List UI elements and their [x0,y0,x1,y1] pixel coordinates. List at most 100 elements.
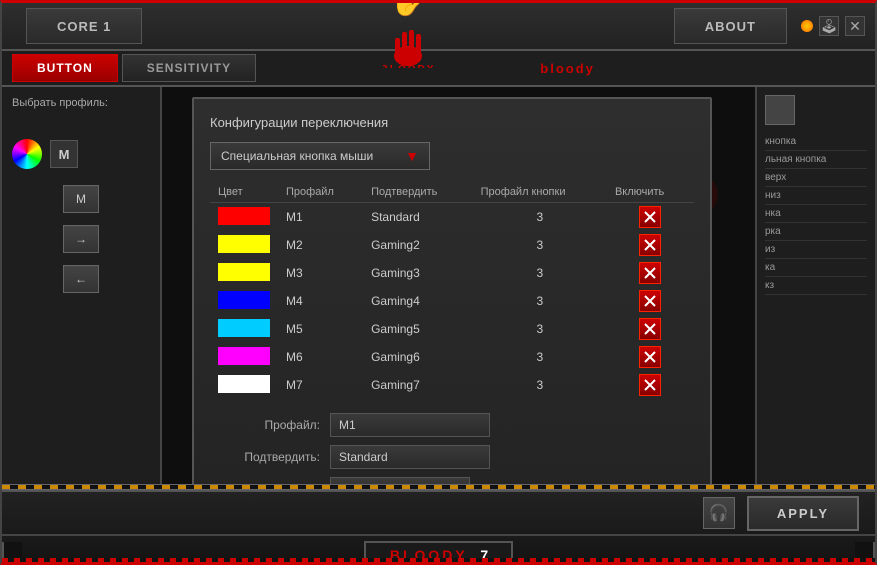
color-swatch-1 [218,235,270,253]
svg-text:bloody: bloody [383,64,433,68]
bottom-accent-strip [2,558,875,562]
table-row[interactable]: M5 Gaming5 3 [210,315,694,343]
color-swatch-5 [218,347,270,365]
right-sidebar-item-0[interactable]: кнопка [765,133,867,151]
form-row-profile: Профайл: [210,413,694,437]
profile-table: Цвет Профайл Подтвердить Профайл кнопки … [210,182,694,399]
right-sidebar-item-5[interactable]: рка [765,223,867,241]
color-cell-4 [210,315,278,343]
right-sidebar-item-7[interactable]: ка [765,259,867,277]
col-confirm: Подтвердить [363,182,473,203]
indicator-dot [801,20,813,32]
profile-cell-3: M4 [278,287,363,315]
right-sidebar-item-1[interactable]: льная кнопка [765,151,867,169]
color-wheel-icon[interactable] [12,139,42,169]
table-row[interactable]: M6 Gaming6 3 [210,343,694,371]
profile-dropdown[interactable]: Специальная кнопка мыши ▼ [210,142,430,170]
right-sidebar-item-6[interactable]: из [765,241,867,259]
dialog-overlay: Конфигурации переключения Специальная кн… [162,87,755,484]
delete-button-0[interactable] [639,206,661,228]
right-sidebar-item-2[interactable]: верх [765,169,867,187]
col-profile: Профайл [278,182,363,203]
color-swatch-2 [218,263,270,281]
dropdown-row: Специальная кнопка мыши ▼ [210,142,694,170]
color-swatch-6 [218,375,270,393]
right-sidebar-item-8[interactable]: кз [765,277,867,295]
table-row[interactable]: M4 Gaming4 3 [210,287,694,315]
form-profile-input[interactable] [330,413,490,437]
col-key-profile: Профайл кнопки [473,182,607,203]
table-row[interactable]: M7 Gaming7 3 [210,371,694,399]
color-swatch-3 [218,291,270,309]
color-cell-1 [210,231,278,259]
enabled-cell-1 [607,231,694,259]
table-row[interactable]: M3 Gaming3 3 [210,259,694,287]
confirm-cell-2: Gaming3 [363,259,473,287]
form-row-confirm: Подтвердить: [210,445,694,469]
form-key-profile-label: Профайл кнопки: [210,482,330,484]
form-confirm-input[interactable] [330,445,490,469]
enabled-cell-6 [607,371,694,399]
confirm-cell-6: Gaming7 [363,371,473,399]
profile-label: Выбрать профиль: [12,97,150,109]
right-sidebar-item-3[interactable]: низ [765,187,867,205]
color-swatch-4 [218,319,270,337]
form-confirm-label: Подтвердить: [210,450,330,464]
enabled-cell-4 [607,315,694,343]
right-sidebar-item-4[interactable]: нка [765,205,867,223]
app-logo: bloody [383,0,433,68]
back-arrow-button[interactable]: ← [63,265,99,293]
form-key-profile-input[interactable] [330,477,470,484]
form-profile-label: Профайл: [210,418,330,432]
confirm-cell-3: Gaming4 [363,287,473,315]
enabled-cell-5 [607,343,694,371]
key-profile-cell-3: 3 [473,287,607,315]
m-button[interactable]: M [63,185,99,213]
key-profile-cell-6: 3 [473,371,607,399]
right-sidebar: кнопкальная кнопкаверхнизнкаркаизкакз [755,87,875,484]
key-profile-cell-0: 3 [473,203,607,232]
table-row[interactable]: M1 Standard 3 [210,203,694,232]
delete-button-4[interactable] [639,318,661,340]
key-profile-cell-5: 3 [473,343,607,371]
enabled-cell-0 [607,203,694,232]
key-profile-cell-2: 3 [473,259,607,287]
key-profile-dropdown-icon[interactable]: ▼ [474,481,488,484]
confirm-cell-4: Gaming5 [363,315,473,343]
m-badge[interactable]: M [50,140,78,168]
confirm-cell-5: Gaming6 [363,343,473,371]
delete-button-3[interactable] [639,290,661,312]
profile-cell-4: M5 [278,315,363,343]
central-area: Конфигурации переключения Специальная кн… [162,87,755,484]
window-controls: 🕹 ✕ [801,16,875,36]
nav-about[interactable]: About [674,8,787,44]
profile-cell-2: M3 [278,259,363,287]
profile-cell-5: M6 [278,343,363,371]
logo-area: bloody [146,0,669,68]
color-swatch-0 [218,207,270,225]
table-row[interactable]: M2 Gaming2 3 [210,231,694,259]
delete-button-2[interactable] [639,262,661,284]
close-button[interactable]: ✕ [845,16,865,36]
dialog-title: Конфигурации переключения [210,115,694,130]
tab-button[interactable]: Button [12,54,118,82]
color-cell-3 [210,287,278,315]
color-cell-0 [210,203,278,232]
right-sidebar-icon [765,95,795,125]
delete-button-6[interactable] [639,374,661,396]
m-label: M [76,192,86,206]
headphone-icon[interactable]: 🎧 [703,497,735,529]
forward-arrow-button[interactable]: → [63,225,99,253]
delete-button-5[interactable] [639,346,661,368]
top-bar: Core 1 bloody About 🕹 ✕ [2,3,875,51]
apply-button[interactable]: APPLY [747,496,859,531]
joystick-icon[interactable]: 🕹 [819,16,839,36]
profile-cell-1: M2 [278,231,363,259]
bottom-bar: 🎧 APPLY [2,490,875,534]
confirm-cell-1: Gaming2 [363,231,473,259]
nav-core1[interactable]: Core 1 [26,8,142,44]
dialog: Конфигурации переключения Специальная кн… [192,97,712,484]
app-frame: Core 1 bloody About 🕹 ✕ [0,0,877,565]
delete-button-1[interactable] [639,234,661,256]
enabled-cell-3 [607,287,694,315]
